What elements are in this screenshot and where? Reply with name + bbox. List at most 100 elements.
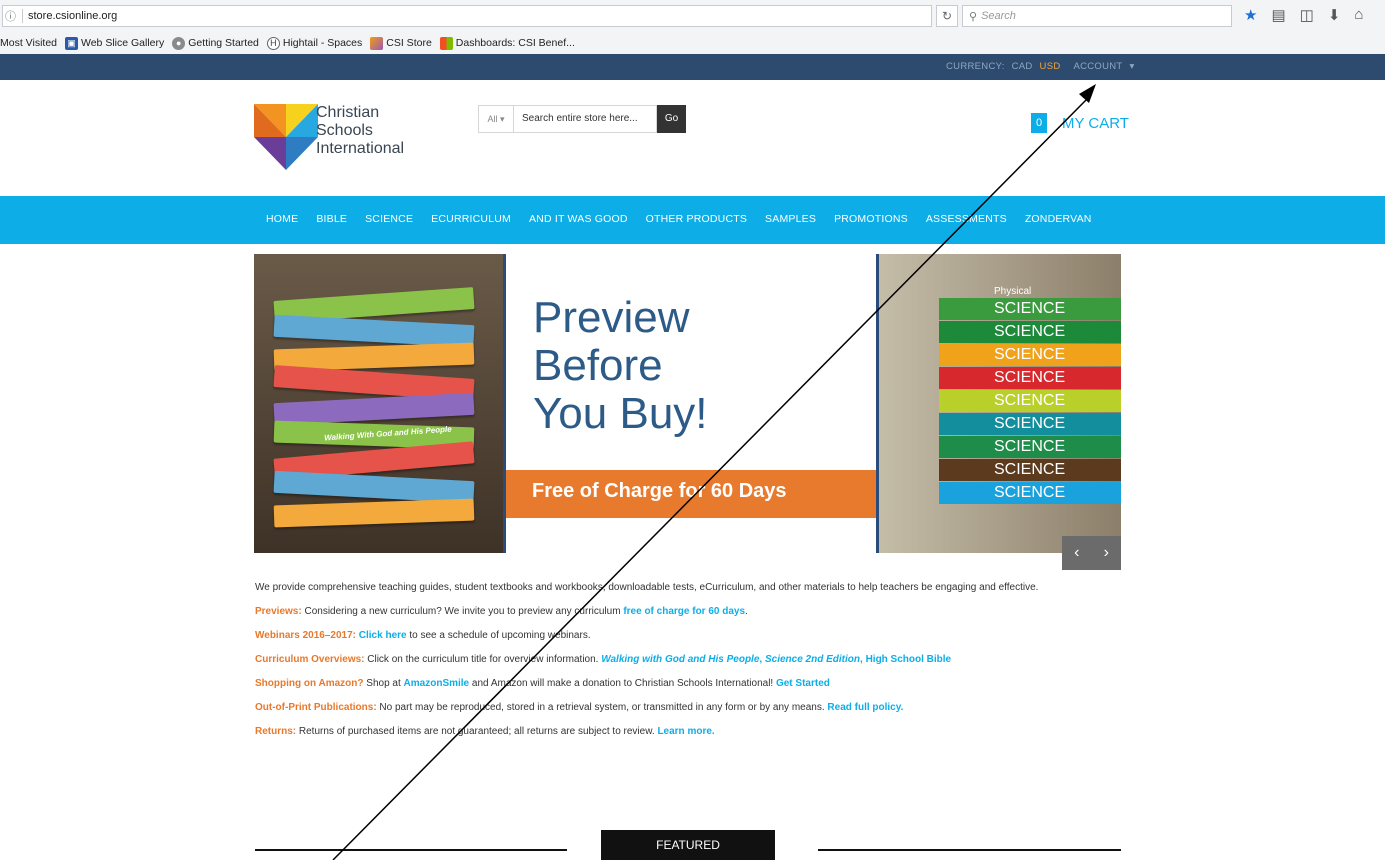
science-book-spine: LifeSCIENCE bbox=[939, 333, 1121, 366]
cart-count-badge[interactable]: 0 bbox=[1031, 113, 1047, 133]
reload-icon[interactable]: ↻ bbox=[936, 5, 958, 27]
bookmark-star-icon[interactable]: ★ bbox=[1244, 6, 1257, 24]
overview-link-bible[interactable]: High School Bible bbox=[866, 654, 952, 665]
science-book-title: SCIENCE bbox=[994, 346, 1066, 363]
csi-logo-icon[interactable] bbox=[254, 104, 318, 170]
featured-rule-right bbox=[818, 849, 1121, 851]
carousel-next-icon[interactable]: › bbox=[1104, 544, 1109, 562]
science-book-spine: SCIENCE bbox=[939, 436, 1121, 458]
csi-store-icon bbox=[370, 36, 384, 50]
amazon-row: Shopping on Amazon? Shop at AmazonSmile … bbox=[255, 678, 830, 689]
banner-headline: Preview Before You Buy! bbox=[533, 293, 708, 438]
main-nav: HOME BIBLE SCIENCE ECURRICULUM AND IT WA… bbox=[0, 196, 1385, 244]
book-spine bbox=[273, 470, 475, 504]
science-book-title: SCIENCE bbox=[994, 415, 1066, 432]
site-info-icon[interactable]: ⓘ bbox=[5, 8, 16, 24]
currency-account: CURRENCY: CAD USD ACCOUNT ▾ bbox=[946, 61, 1143, 72]
nav-other-products[interactable]: OTHER PRODUCTS bbox=[646, 213, 747, 225]
carousel-controls: ‹ › bbox=[1062, 536, 1121, 570]
nav-bible[interactable]: BIBLE bbox=[316, 213, 347, 225]
address-separator bbox=[22, 9, 23, 23]
carousel-prev-icon[interactable]: ‹ bbox=[1074, 544, 1079, 562]
browser-search-input[interactable]: ⚲ Search bbox=[962, 5, 1232, 27]
site-topbar: CURRENCY: CAD USD ACCOUNT ▾ bbox=[0, 54, 1385, 80]
search-category-select[interactable]: All ▾ bbox=[478, 105, 514, 133]
get-started-link[interactable]: Get Started bbox=[776, 678, 830, 689]
bookmark-most-visited[interactable]: Most Visited bbox=[0, 37, 57, 49]
featured-heading: FEATURED bbox=[601, 830, 775, 860]
web-slice-icon: ▣ bbox=[65, 36, 78, 50]
home-icon[interactable]: ⌂ bbox=[1354, 6, 1363, 24]
webinars-row: Webinars 2016–2017: Click here to see a … bbox=[255, 630, 591, 641]
firefox-icon: ● bbox=[172, 36, 186, 50]
previews-row: Previews: Considering a new curriculum? … bbox=[255, 606, 748, 617]
hero-banner[interactable]: Walking With God and His People Preview … bbox=[254, 254, 1121, 553]
store-search-input[interactable]: Search entire store here... bbox=[514, 105, 657, 133]
browser-search-placeholder: Search bbox=[981, 10, 1016, 22]
currency-usd[interactable]: USD bbox=[1040, 61, 1061, 72]
science-books-image: PhysicalSCIENCEEarthSCIENCELifeSCIENCESC… bbox=[879, 254, 1121, 553]
bookmark-getting-started[interactable]: ● Getting Started bbox=[172, 36, 259, 50]
reading-list-icon[interactable]: ▤ bbox=[1271, 6, 1285, 24]
currency-label: CURRENCY: bbox=[946, 61, 1005, 72]
bookmark-csi-store[interactable]: CSI Store bbox=[370, 36, 432, 50]
bookmarks-bar: Most Visited ▣ Web Slice Gallery ● Getting… bbox=[0, 32, 1385, 55]
overviews-row: Curriculum Overviews: Click on the curri… bbox=[255, 654, 952, 665]
science-book-spine: SCIENCE bbox=[939, 367, 1121, 389]
account-menu[interactable]: ACCOUNT ▾ bbox=[1073, 61, 1138, 72]
science-book-spine: SCIENCE bbox=[939, 459, 1121, 481]
browser-actions: ★ ▤ ◫ ⬇ ⌂ bbox=[1244, 6, 1363, 24]
nav-ecurriculum[interactable]: ECURRICULUM bbox=[431, 213, 511, 225]
bookmark-dashboards[interactable]: Dashboards: CSI Benef... bbox=[439, 36, 575, 50]
science-book-spine: EarthSCIENCE bbox=[939, 310, 1121, 343]
site-logo-text[interactable]: Christian Schools International bbox=[316, 104, 404, 158]
overview-link-walking[interactable]: Walking with God and His People bbox=[601, 654, 759, 665]
pocket-icon[interactable]: ◫ bbox=[1300, 6, 1314, 24]
book-spine bbox=[273, 314, 475, 348]
science-book-spine: SCIENCE bbox=[939, 482, 1121, 504]
science-book-spine: SCIENCE bbox=[939, 413, 1121, 435]
amazonsmile-link[interactable]: AmazonSmile bbox=[404, 678, 470, 689]
nav-promotions[interactable]: PROMOTIONS bbox=[834, 213, 908, 225]
download-icon[interactable]: ⬇ bbox=[1328, 6, 1341, 24]
browser-toolbar: ⓘ store.csionline.org ↻ ⚲ Search ★ ▤ ◫ ⬇… bbox=[0, 0, 1385, 33]
nav-assessments[interactable]: ASSESSMENTS bbox=[926, 213, 1007, 225]
science-book-title: SCIENCE bbox=[994, 438, 1066, 455]
offer-text: Free of Charge for 60 Days bbox=[532, 480, 787, 502]
book-spine bbox=[273, 392, 475, 426]
address-bar[interactable]: ⓘ store.csionline.org bbox=[2, 5, 932, 27]
bookmark-web-slice-gallery[interactable]: ▣ Web Slice Gallery bbox=[65, 36, 164, 50]
learn-more-link[interactable]: Learn more. bbox=[657, 726, 714, 737]
arrow-head bbox=[1079, 84, 1096, 103]
webinars-link[interactable]: Click here bbox=[359, 630, 407, 641]
science-book-title: SCIENCE bbox=[994, 461, 1066, 478]
my-cart-link[interactable]: MY CART bbox=[1062, 115, 1129, 132]
search-icon: ⚲ bbox=[969, 10, 978, 23]
previews-link[interactable]: free of charge for 60 days bbox=[623, 606, 745, 617]
nav-zondervan[interactable]: ZONDERVAN bbox=[1025, 213, 1092, 225]
science-book-title: SCIENCE bbox=[994, 369, 1066, 386]
currency-cad[interactable]: CAD bbox=[1012, 61, 1033, 72]
nav-science[interactable]: SCIENCE bbox=[365, 213, 413, 225]
store-info: We provide comprehensive teaching guides… bbox=[255, 581, 1155, 749]
science-book-title: SCIENCE bbox=[994, 300, 1066, 317]
address-url: store.csionline.org bbox=[28, 10, 118, 22]
read-policy-link[interactable]: Read full policy. bbox=[827, 702, 903, 713]
science-book-title: SCIENCE bbox=[994, 484, 1066, 501]
science-book-spine: SCIENCE bbox=[939, 390, 1121, 412]
intro-text: We provide comprehensive teaching guides… bbox=[255, 582, 1039, 593]
store-search: All ▾ Search entire store here... Go bbox=[478, 105, 686, 133]
nav-and-it-was-good[interactable]: AND IT WAS GOOD bbox=[529, 213, 628, 225]
book-spine bbox=[273, 498, 475, 528]
science-book-spine: Physical SCIENCE bbox=[939, 287, 1121, 320]
science-book-title: SCIENCE bbox=[994, 392, 1066, 409]
search-go-button[interactable]: Go bbox=[657, 105, 686, 133]
chevron-down-icon: ▾ bbox=[1129, 61, 1135, 72]
nav-home[interactable]: HOME bbox=[266, 213, 298, 225]
overview-link-science[interactable]: Science 2nd Edition bbox=[765, 654, 860, 665]
science-book-subtitle: Physical bbox=[994, 286, 1032, 297]
bookmark-hightail[interactable]: H Hightail - Spaces bbox=[266, 36, 362, 50]
hightail-icon: H bbox=[266, 36, 280, 50]
nav-samples[interactable]: SAMPLES bbox=[765, 213, 816, 225]
bible-books-image: Walking With God and His People bbox=[254, 254, 505, 553]
